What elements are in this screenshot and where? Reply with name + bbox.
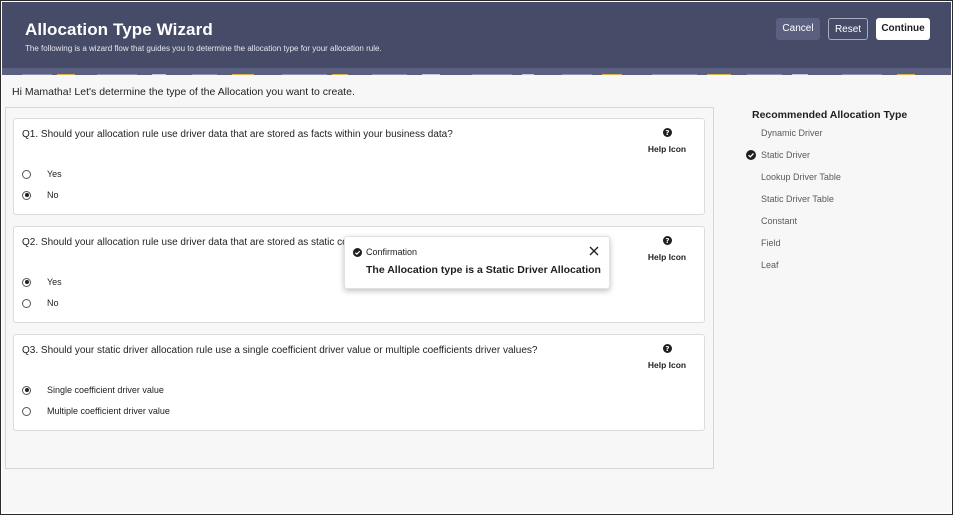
help-button[interactable]: ? Help Icon [646,128,688,157]
help-icon: ? [662,344,672,353]
toast-message: The Allocation type is a Static Driver A… [366,264,601,276]
recommended-item-leaf: Leaf [761,260,779,270]
radio-button[interactable] [22,169,31,179]
recommended-item-lookup-driver-table: Lookup Driver Table [761,172,841,182]
greeting-text: Hi Mamatha! Let's determine the type of … [12,86,355,98]
radio-button-selected[interactable] [22,385,31,395]
reset-button[interactable]: Reset [828,18,868,40]
recommended-item-field: Field [761,238,781,248]
help-icon: ? [662,236,672,245]
help-icon: ? [662,128,672,137]
close-icon[interactable] [589,246,599,256]
wizard-header: Allocation Type Wizard The following is … [2,2,951,68]
radio-button[interactable] [22,406,31,416]
confirmation-toast: Confirmation The Allocation type is a St… [344,236,610,289]
recommended-item-dynamic-driver: Dynamic Driver [761,128,823,138]
svg-text:?: ? [665,344,669,353]
check-circle-icon [746,150,756,160]
option-single-coefficient[interactable]: Single coefficient driver value [22,383,164,397]
option-yes[interactable]: Yes [22,275,62,289]
option-label: No [47,298,59,308]
check-circle-icon [353,248,362,257]
recommended-title: Recommended Allocation Type [752,109,908,121]
option-label: No [47,190,59,200]
option-label: Single coefficient driver value [47,385,164,395]
page-title: Allocation Type Wizard [25,20,213,39]
option-label: Yes [47,169,62,179]
question-text: Q3. Should your static driver allocation… [22,345,538,356]
option-label: Multiple coefficient driver value [47,406,170,416]
help-label: Help Icon [647,360,687,370]
option-yes[interactable]: Yes [22,167,62,181]
recommended-item-static-driver-table: Static Driver Table [761,194,834,204]
question-card-3: Q3. Should your static driver allocation… [13,334,705,431]
radio-button-selected[interactable] [22,190,31,200]
recommended-item-constant: Constant [761,216,798,226]
option-multiple-coefficient[interactable]: Multiple coefficient driver value [22,404,170,418]
help-label: Help Icon [647,144,687,154]
decorative-banner [2,68,951,75]
svg-text:?: ? [665,236,669,245]
svg-text:?: ? [665,128,669,137]
cancel-button[interactable]: Cancel [776,18,820,40]
help-label: Help Icon [647,252,687,262]
page-subtitle: The following is a wizard flow that guid… [25,44,382,53]
question-text: Q2. Should your allocation rule use driv… [22,237,357,248]
recommended-item-static-driver: Static Driver [761,150,811,160]
question-card-1: Q1. Should your allocation rule use driv… [13,118,705,215]
option-no[interactable]: No [22,188,59,202]
continue-button[interactable]: Continue [876,18,930,40]
option-no[interactable]: No [22,296,59,310]
option-label: Yes [47,277,62,287]
help-button[interactable]: ? Help Icon [646,344,688,373]
radio-button[interactable] [22,298,31,308]
help-button[interactable]: ? Help Icon [646,236,688,265]
question-text: Q1. Should your allocation rule use driv… [22,129,453,140]
toast-heading: Confirmation [366,247,418,257]
radio-button-selected[interactable] [22,277,31,287]
